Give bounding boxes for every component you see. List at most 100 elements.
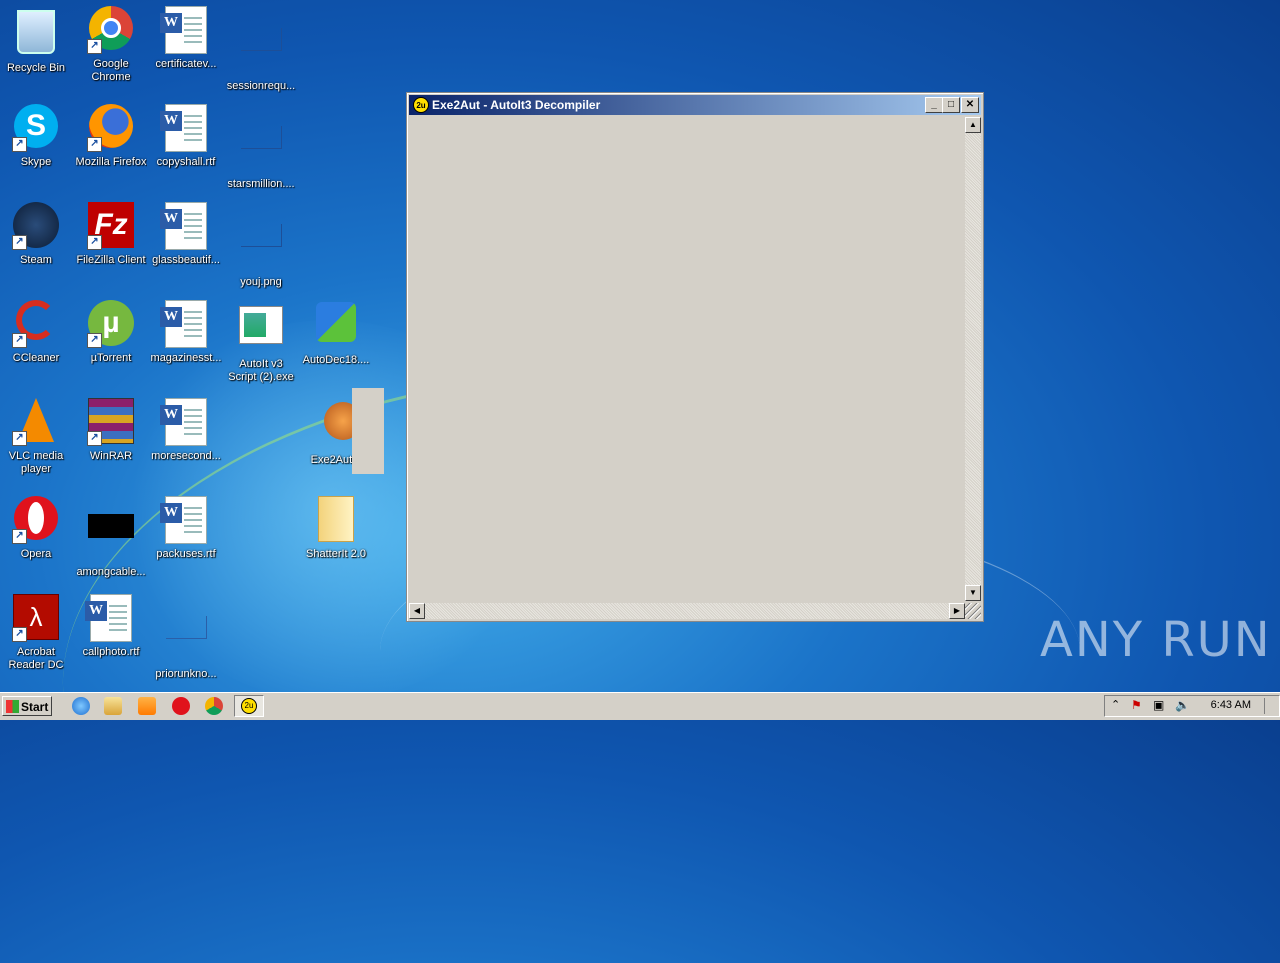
file-icon: [162, 616, 210, 664]
arrow-left-icon: ◀: [413, 606, 421, 615]
desktop-icon-label: AutoDec18....: [302, 354, 370, 366]
window-client-area[interactable]: ▲ ▼ ◀ ▶: [409, 117, 981, 619]
desktop-icon-winrar[interactable]: ↗ WinRAR: [75, 398, 147, 463]
desktop-icon-autoit[interactable]: AutoIt v3 Script (2).exe: [225, 300, 297, 384]
desktop-icon-shatterit[interactable]: ShatterIt 2.0: [300, 496, 372, 561]
start-button[interactable]: Start: [2, 696, 52, 716]
show-desktop-button[interactable]: [1264, 698, 1277, 714]
desktop-icon-label: moresecond...: [151, 450, 221, 462]
desktop-icon-label: VLC media player: [8, 450, 64, 475]
desktop-icon-autodec[interactable]: AutoDec18....: [300, 300, 372, 367]
desktop-icon-label: AutoIt v3 Script (2).exe: [228, 358, 294, 383]
desktop-icon-copyshall[interactable]: W copyshall.rtf: [150, 104, 222, 169]
scroll-up-button[interactable]: ▲: [965, 117, 981, 133]
window-titlebar[interactable]: 2u Exe2Aut - AutoIt3 Decompiler _ □ ✕: [409, 95, 981, 115]
file-icon: [237, 126, 285, 174]
file-explorer-icon[interactable]: [104, 697, 122, 715]
desktop-icon-label: certificatev...: [155, 58, 217, 70]
skype-icon: S ↗: [12, 104, 60, 152]
arrow-down-icon: ▼: [969, 588, 977, 597]
steam-icon: ↗: [12, 202, 60, 250]
opera-icon[interactable]: [172, 697, 190, 715]
desktop-icon-label: FileZilla Client: [76, 254, 146, 266]
desktop-icon-label: Opera: [20, 548, 52, 560]
ccleaner-icon: ↗: [12, 300, 60, 348]
scroll-right-button[interactable]: ▶: [949, 603, 965, 619]
desktop-icon-session[interactable]: sessionrequ...: [225, 6, 297, 93]
minimize-icon: _: [931, 99, 937, 110]
media-player-icon[interactable]: [138, 697, 156, 715]
internet-explorer-icon[interactable]: [72, 697, 90, 715]
desktop-icon-label: packuses.rtf: [156, 548, 216, 560]
desktop-icon-label: ShatterIt 2.0: [306, 548, 366, 560]
anyrun-watermark: ANY RUN: [1040, 612, 1272, 668]
desktop-icon-moresecond[interactable]: W moresecond...: [150, 398, 222, 463]
word-document-icon: W: [160, 6, 210, 54]
desktop-icon-firefox[interactable]: ↗ Mozilla Firefox: [75, 104, 147, 169]
desktop-icon-amongcable[interactable]: amongcable...: [75, 496, 147, 579]
arrow-up-icon: ▲: [969, 120, 977, 129]
start-label: Start: [21, 700, 49, 714]
desktop-icon-stars[interactable]: starsmillion....: [225, 104, 297, 191]
desktop-icon-certificate[interactable]: W certificatev...: [150, 6, 222, 71]
word-document-icon: W: [160, 300, 210, 348]
desktop-icon-youj[interactable]: youj.png: [225, 202, 297, 289]
desktop-icon-label: youj.png: [240, 276, 282, 288]
minimize-button[interactable]: _: [925, 97, 943, 113]
desktop-icon-acrobat[interactable]: λ ↗ Acrobat Reader DC: [0, 594, 72, 672]
file-icon: [237, 28, 285, 76]
desktop-icon-glassbeautif[interactable]: W glassbeautif...: [150, 202, 222, 267]
desktop-icon-chrome[interactable]: ↗ Google Chrome: [75, 6, 147, 84]
close-button[interactable]: ✕: [961, 97, 979, 113]
recycle-bin-icon: [12, 10, 60, 58]
desktop-icon-label: Steam: [20, 254, 52, 266]
desktop-icon-priorunkno[interactable]: priorunkno...: [150, 594, 222, 681]
network-icon[interactable]: ▣: [1153, 698, 1164, 712]
system-tray: ⌃ ⚑ ▣ 🔈 6:43 AM: [1104, 695, 1280, 717]
desktop-icon-packuses[interactable]: W packuses.rtf: [150, 496, 222, 561]
desktop-icon-label: amongcable...: [76, 566, 146, 578]
word-document-icon: W: [160, 496, 210, 544]
autoit-script-icon: [237, 306, 285, 354]
taskbar-app-exe2aut[interactable]: 2u: [234, 695, 264, 717]
desktop-icon-ccleaner[interactable]: ↗ CCleaner: [0, 300, 72, 365]
desktop-icon-vlc[interactable]: ↗ VLC media player: [0, 398, 72, 476]
scroll-left-button[interactable]: ◀: [409, 603, 425, 619]
exe2aut-app-icon: 2u: [241, 698, 257, 714]
winrar-icon: ↗: [87, 398, 135, 446]
desktop-icon-utorrent[interactable]: µ ↗ µTorrent: [75, 300, 147, 365]
chrome-icon[interactable]: [205, 697, 223, 715]
resize-grip[interactable]: [965, 603, 981, 619]
desktop-icon-magazines[interactable]: W magazinesst...: [150, 300, 222, 365]
scroll-down-button[interactable]: ▼: [965, 585, 981, 601]
desktop-icon-opera[interactable]: ↗ Opera: [0, 496, 72, 561]
window-title: Exe2Aut - AutoIt3 Decompiler: [432, 98, 601, 112]
taskbar-clock[interactable]: 6:43 AM: [1211, 699, 1251, 711]
word-document-icon: W: [160, 398, 210, 446]
desktop-icon-label: magazinesst...: [150, 352, 222, 364]
action-center-flag-icon[interactable]: ⚑: [1131, 698, 1142, 712]
arrow-right-icon: ▶: [953, 606, 961, 615]
desktop-icon-steam[interactable]: ↗ Steam: [0, 202, 72, 267]
desktop-icon-skype[interactable]: S ↗ Skype: [0, 104, 72, 169]
vertical-scrollbar[interactable]: ▲ ▼: [965, 117, 981, 601]
desktop-icon-label: Recycle Bin: [6, 62, 66, 74]
chrome-icon: ↗: [87, 6, 135, 54]
show-hidden-icons-icon[interactable]: ⌃: [1111, 698, 1120, 711]
exe2aut-window[interactable]: 2u Exe2Aut - AutoIt3 Decompiler _ □ ✕ ▲ …: [406, 92, 984, 622]
desktop-icon-label: Google Chrome: [91, 58, 131, 83]
horizontal-scrollbar[interactable]: ◀ ▶: [409, 603, 965, 619]
desktop-icon-label: Skype: [20, 156, 52, 168]
exe2aut-app-icon: 2u: [413, 97, 429, 113]
desktop-icon-callphoto[interactable]: W callphoto.rtf: [75, 594, 147, 659]
desktop-icon-label: CCleaner: [12, 352, 60, 364]
word-document-icon: W: [160, 202, 210, 250]
firefox-icon: ↗: [87, 104, 135, 152]
filezilla-icon: Fz ↗: [87, 202, 135, 250]
volume-icon[interactable]: 🔈: [1175, 698, 1190, 712]
desktop-icon-recycle-bin[interactable]: Recycle Bin: [0, 6, 72, 75]
word-document-icon: W: [160, 104, 210, 152]
window-fragment: [352, 388, 384, 474]
maximize-button[interactable]: □: [942, 97, 960, 113]
desktop-icon-filezilla[interactable]: Fz ↗ FileZilla Client: [75, 202, 147, 267]
